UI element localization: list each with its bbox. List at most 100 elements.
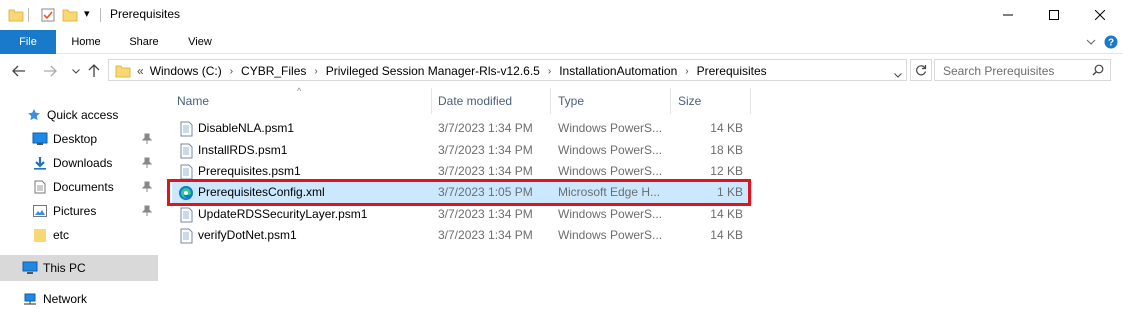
file-date: 3/7/2023 1:34 PM (438, 143, 533, 157)
navigation-pane: Quick access Desktop Downloads Documents… (0, 88, 158, 322)
crumb-separator[interactable]: › (548, 66, 551, 77)
search-icon[interactable] (1092, 64, 1104, 76)
nav-item-pictures[interactable]: Pictures (0, 200, 158, 222)
file-row[interactable]: UpdateRDSSecurityLayer.psm1 3/7/2023 1:3… (172, 204, 752, 226)
recent-locations-button[interactable] (68, 63, 84, 79)
column-header-type[interactable]: Type (558, 88, 584, 114)
help-icon: ? (1104, 35, 1118, 49)
arrow-left-icon (12, 65, 25, 77)
download-icon (32, 155, 48, 171)
file-name: DisableNLA.psm1 (198, 121, 295, 135)
file-type: Windows PowerS... (558, 164, 663, 178)
address-bar[interactable]: « Windows (C:) › CYBR_Files › Privileged… (108, 59, 907, 81)
file-name: verifyDotNet.psm1 (198, 228, 297, 242)
nav-item-label: Documents (53, 180, 114, 194)
nav-item-label: Quick access (47, 108, 119, 122)
address-dropdown-button[interactable] (894, 67, 902, 81)
file-row[interactable]: verifyDotNet.psm1 3/7/2023 1:34 PM Windo… (172, 225, 752, 247)
column-header-date[interactable]: Date modified (438, 88, 512, 114)
help-button[interactable]: ? (1103, 34, 1119, 50)
nav-item-network[interactable]: Network (0, 288, 158, 310)
qat-dropdown-icon[interactable]: ▾ (84, 7, 90, 20)
folder-icon (115, 65, 131, 78)
close-icon (1095, 10, 1105, 20)
nav-item-quick-access[interactable]: Quick access (0, 104, 158, 126)
file-name: Prerequisites.psm1 (198, 164, 301, 178)
chevron-down-icon (1086, 39, 1096, 45)
window-title: Prerequisites (110, 7, 181, 21)
crumb-prerequisites[interactable]: Prerequisites (697, 64, 767, 78)
file-type: Windows PowerS... (558, 143, 663, 157)
new-folder-icon[interactable] (62, 7, 78, 23)
file-size: 14 KB (710, 228, 743, 242)
close-button[interactable] (1077, 0, 1123, 30)
crumb-cybr-files[interactable]: CYBR_Files (241, 64, 306, 78)
pin-icon[interactable] (142, 133, 152, 145)
highlight-annotation-box (167, 179, 751, 206)
crumb-separator[interactable]: › (314, 66, 317, 77)
up-button[interactable] (86, 63, 102, 79)
title-bar: ▾ Prerequisites (0, 0, 1123, 30)
forward-button[interactable] (42, 63, 58, 79)
folder-icon (32, 227, 48, 243)
file-size: 18 KB (710, 143, 743, 157)
column-separator[interactable] (550, 88, 551, 114)
tab-share[interactable]: Share (116, 30, 172, 54)
nav-item-desktop[interactable]: Desktop (0, 128, 158, 150)
search-placeholder[interactable]: Search Prerequisites (943, 64, 1054, 78)
file-size: 14 KB (710, 121, 743, 135)
chevron-down-icon (72, 68, 80, 74)
nav-item-label: Downloads (53, 156, 113, 170)
tab-view[interactable]: View (172, 30, 228, 54)
maximize-button[interactable] (1031, 0, 1077, 30)
crumb-installation-automation[interactable]: InstallationAutomation (559, 64, 677, 78)
properties-icon[interactable] (40, 7, 56, 23)
ribbon-expand-button[interactable] (1083, 34, 1099, 50)
powershell-file-icon (180, 164, 193, 180)
file-date: 3/7/2023 1:34 PM (438, 121, 533, 135)
refresh-icon (916, 65, 927, 76)
chevron-down-icon (894, 73, 902, 78)
column-header-name[interactable]: Name (177, 88, 209, 114)
minimize-button[interactable] (985, 0, 1031, 30)
refresh-button[interactable] (910, 59, 932, 81)
arrow-right-icon (44, 65, 57, 77)
network-icon (22, 291, 38, 307)
documents-icon (32, 179, 48, 195)
qat-separator (28, 8, 29, 22)
tab-file[interactable]: File (0, 30, 56, 54)
crumb-separator[interactable]: › (685, 66, 688, 77)
crumb-separator[interactable]: › (230, 66, 233, 77)
crumb-windows-c[interactable]: Windows (C:) (150, 64, 222, 78)
column-separator[interactable] (670, 88, 671, 114)
nav-item-this-pc[interactable]: This PC (0, 255, 158, 281)
file-row[interactable]: DisableNLA.psm1 3/7/2023 1:34 PM Windows… (172, 118, 752, 140)
minimize-icon (1003, 14, 1013, 16)
file-type: Windows PowerS... (558, 121, 663, 135)
column-header-size[interactable]: Size (678, 88, 701, 114)
powershell-file-icon (180, 143, 193, 159)
column-separator[interactable] (431, 88, 432, 114)
file-row[interactable]: InstallRDS.psm1 3/7/2023 1:34 PM Windows… (172, 140, 752, 162)
nav-item-downloads[interactable]: Downloads (0, 152, 158, 174)
pin-icon[interactable] (142, 205, 152, 217)
address-overflow[interactable]: « (137, 64, 144, 78)
search-box[interactable]: Search Prerequisites (934, 59, 1111, 81)
pictures-icon (32, 203, 48, 219)
maximize-icon (1049, 10, 1059, 20)
back-button[interactable] (11, 63, 27, 79)
ribbon-tabs: File Home Share View ? (0, 30, 1123, 54)
column-separator[interactable] (750, 88, 751, 114)
sort-ascending-icon: ^ (297, 86, 302, 96)
crumb-psm[interactable]: Privileged Session Manager-Rls-v12.6.5 (326, 64, 540, 78)
pin-icon[interactable] (142, 157, 152, 169)
file-type: Windows PowerS... (558, 228, 663, 242)
file-name: InstallRDS.psm1 (198, 143, 288, 157)
folder-icon (8, 9, 24, 22)
nav-item-label: This PC (43, 261, 86, 275)
tab-home[interactable]: Home (58, 30, 114, 54)
file-size: 12 KB (710, 164, 743, 178)
pin-icon[interactable] (142, 181, 152, 193)
nav-item-etc[interactable]: etc (0, 224, 158, 246)
nav-item-documents[interactable]: Documents (0, 176, 158, 198)
